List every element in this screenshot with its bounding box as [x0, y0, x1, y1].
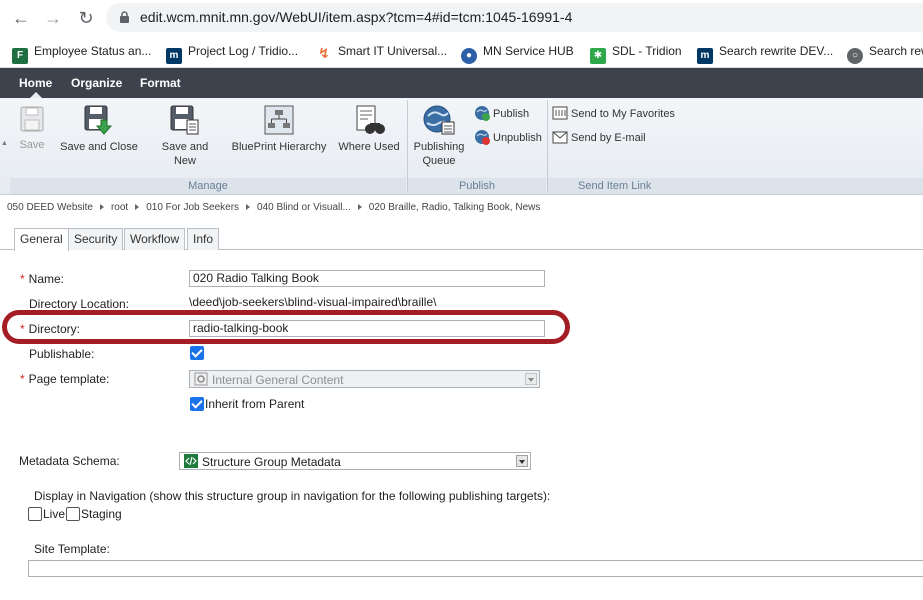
breadcrumb-item[interactable]: 050 DEED Website [7, 202, 93, 213]
menu-format[interactable]: Format [140, 76, 181, 90]
browser-toolbar: ← → ↻ edit.wcm.mnit.mn.gov/WebUI/item.as… [0, 0, 923, 35]
save-and-new-button[interactable]: Save and New [158, 104, 212, 168]
bookmark-service-hub[interactable]: ● MN Service HUB [461, 41, 574, 64]
publish-icon [475, 106, 490, 121]
menu-organize[interactable]: Organize [71, 76, 122, 90]
excel-icon: F [12, 48, 28, 64]
bookmark-search-rew[interactable]: ○Search rew [847, 41, 923, 64]
blueprint-hierarchy-button[interactable]: BluePrint Hierarchy [228, 104, 330, 154]
directory-location-label: Directory Location: [29, 297, 130, 311]
unpublish-button[interactable]: Unpublish [474, 129, 542, 146]
display-in-navigation-label: Display in Navigation (show this structu… [34, 489, 551, 503]
group-label-send-item-link: Send Item Link [548, 178, 923, 194]
bookmark-search-rewrite[interactable]: m Search rewrite DEV... [697, 41, 833, 64]
breadcrumb-item[interactable]: 020 Braille, Radio, Talking Book, News [369, 202, 541, 213]
url-text: edit.wcm.mnit.mn.gov/WebUI/item.aspx?tcm… [140, 9, 573, 25]
ribbon-toolbar: ▲ Save Save and Close Save and New BlueP… [0, 98, 923, 195]
save-button[interactable]: Save [16, 104, 48, 152]
unpublish-icon [475, 130, 490, 145]
save-and-close-button[interactable]: Save and Close [58, 104, 140, 154]
reload-icon[interactable]: ↻ [75, 7, 97, 29]
app-menu-bar: Home Organize Format [0, 68, 923, 98]
mn-icon: m [166, 48, 182, 64]
breadcrumb-item[interactable]: 010 For Job Seekers [146, 202, 239, 213]
save-close-icon [84, 105, 113, 135]
site-template-label: Site Template: [34, 542, 110, 556]
staging-checkbox[interactable] [66, 507, 80, 521]
tab-security[interactable]: Security [68, 228, 124, 250]
save-new-icon [170, 105, 199, 135]
breadcrumb-item[interactable]: 040 Blind or Visuall... [257, 202, 351, 213]
name-field[interactable]: 020 Radio Talking Book [189, 270, 545, 287]
live-checkbox[interactable] [28, 507, 42, 521]
bookmark-project-log[interactable]: m Project Log / Tridio... [166, 41, 298, 64]
directory-location-value: \deed\job-seekers\blind-visual-impaired\… [189, 295, 437, 309]
globe-icon: ○ [847, 48, 863, 64]
site-template-field[interactable] [28, 560, 923, 577]
breadcrumb-separator-icon [135, 204, 140, 210]
send-to-favorites-button[interactable]: Send to My Favorites [552, 105, 675, 122]
lock-icon [120, 11, 129, 23]
live-label: Live [43, 507, 66, 521]
mn-icon: m [697, 48, 713, 64]
breadcrumb-separator-icon [357, 204, 362, 210]
binoculars-icon [356, 105, 385, 134]
name-label: * Name: [20, 272, 65, 286]
address-bar[interactable]: edit.wcm.mnit.mn.gov/WebUI/item.aspx?tcm… [106, 3, 923, 32]
where-used-button[interactable]: Where Used [336, 104, 402, 154]
publishing-queue-icon [423, 105, 455, 135]
hub-icon: ● [461, 48, 477, 64]
tab-info[interactable]: Info [187, 228, 220, 250]
inherit-from-parent-checkbox[interactable] [190, 397, 204, 411]
group-label-manage: Manage [10, 178, 406, 194]
breadcrumb-item[interactable]: root [111, 202, 128, 213]
bolt-icon: ↯ [318, 45, 330, 61]
tab-general[interactable]: General [14, 228, 69, 251]
bookmark-employee-status[interactable]: F Employee Status an... [12, 41, 151, 64]
staging-label: Staging [81, 507, 122, 521]
page-template-label: * Page template: [20, 372, 110, 386]
required-marker: * [20, 272, 25, 286]
email-icon [552, 131, 568, 144]
directory-highlight-annotation [2, 310, 570, 344]
gear-icon [194, 372, 208, 386]
favorites-icon [552, 106, 568, 120]
page-template-select[interactable]: Internal General Content [189, 370, 540, 388]
required-marker: * [20, 372, 25, 386]
breadcrumb-separator-icon [99, 204, 104, 210]
publishable-label: Publishable: [29, 347, 95, 361]
publish-button[interactable]: Publish [474, 105, 529, 122]
inherit-from-parent-label: Inherit from Parent [205, 397, 305, 411]
menu-home[interactable]: Home [19, 76, 52, 90]
chevron-down-icon[interactable] [525, 373, 537, 385]
hierarchy-icon [264, 105, 294, 135]
metadata-schema-label: Metadata Schema: [19, 454, 120, 468]
tab-workflow[interactable]: Workflow [124, 228, 186, 250]
schema-icon [184, 454, 198, 468]
breadcrumb: 050 DEED Website root 010 For Job Seekers 0… [7, 202, 540, 213]
back-icon[interactable]: ← [10, 7, 32, 29]
metadata-schema-select[interactable]: Structure Group Metadata [179, 452, 531, 470]
send-by-email-button[interactable]: Send by E-mail [552, 129, 646, 146]
bookmark-sdl-tridion[interactable]: ✱ SDL - Tridion [590, 41, 682, 64]
floppy-disk-icon [20, 106, 44, 132]
publishable-checkbox[interactable] [190, 346, 204, 360]
forward-icon[interactable]: → [42, 7, 64, 29]
collapse-ribbon-icon[interactable]: ▲ [1, 140, 8, 147]
group-label-publish: Publish [408, 178, 546, 194]
chevron-down-icon[interactable] [516, 455, 528, 467]
bookmark-smart-it[interactable]: ↯ Smart IT Universal... [316, 41, 447, 61]
sdl-icon: ✱ [590, 48, 606, 64]
breadcrumb-separator-icon [246, 204, 251, 210]
bookmarks-bar: F Employee Status an... m Project Log / Tr… [0, 35, 923, 68]
publishing-queue-button[interactable]: Publishing Queue [410, 104, 468, 168]
